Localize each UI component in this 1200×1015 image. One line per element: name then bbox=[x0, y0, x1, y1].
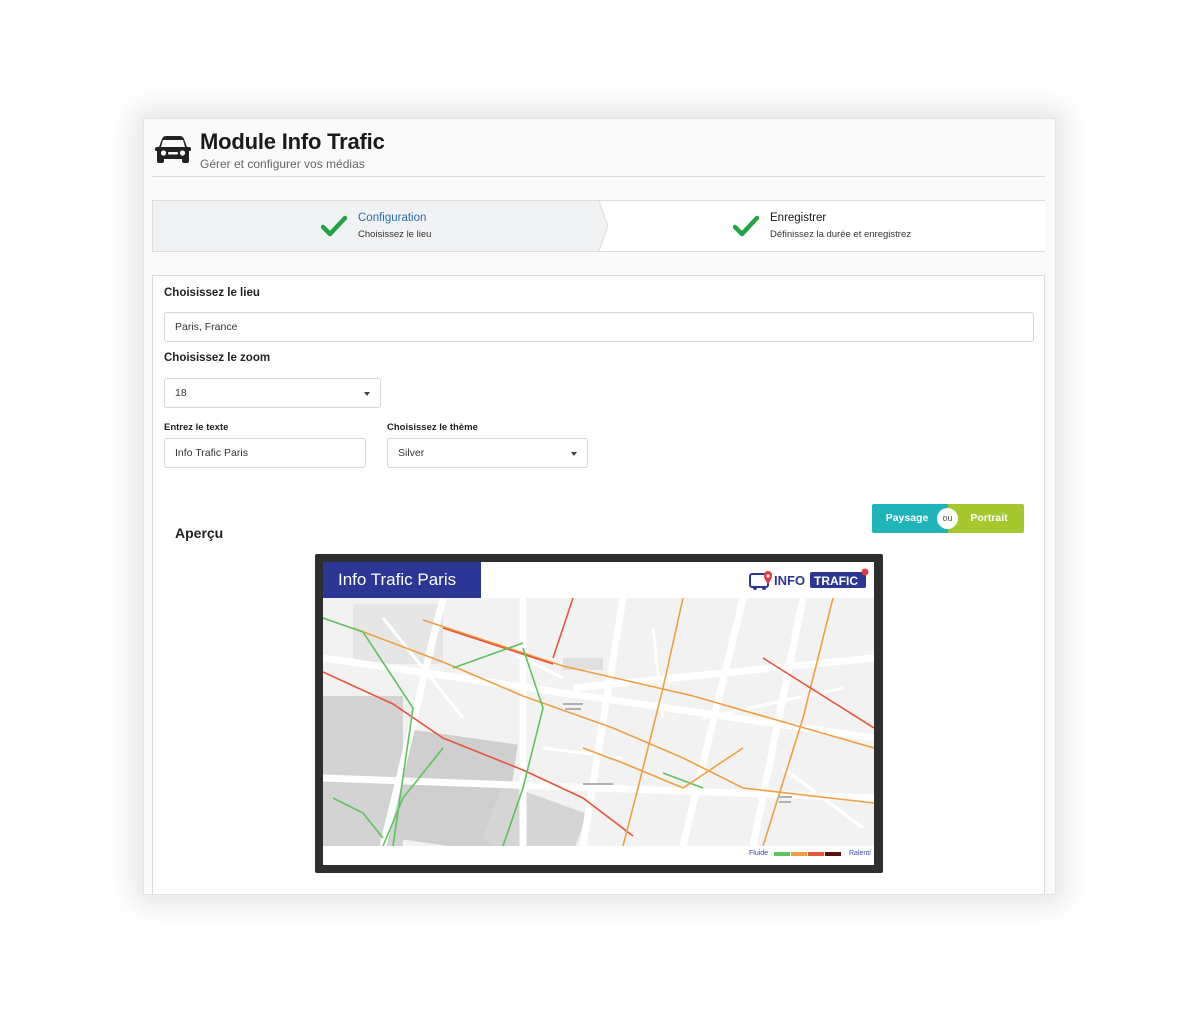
orientation-toggle: Paysage Portrait ou bbox=[872, 504, 1024, 533]
preview-title-banner: Info Trafic Paris bbox=[323, 562, 481, 598]
step-description: Choisissez le lieu bbox=[358, 229, 432, 240]
texte-label: Entrez le texte bbox=[164, 422, 229, 433]
theme-value: Silver bbox=[398, 447, 425, 459]
portrait-button[interactable]: Portrait bbox=[948, 504, 1024, 533]
lieu-label: Choisissez le lieu bbox=[164, 287, 260, 299]
step-enregistrer[interactable]: Enregistrer Définissez la durée et enreg… bbox=[599, 201, 1045, 251]
preview-canvas: Info Trafic Paris INFO TRAFIC Fluide Ral… bbox=[323, 562, 874, 865]
page-title: Module Info Trafic bbox=[200, 129, 385, 154]
caret-down-icon bbox=[364, 392, 370, 396]
page-header: Module Info Trafic Gérer et configurer v… bbox=[152, 127, 1045, 177]
step-description: Définissez la durée et enregistrez bbox=[770, 229, 911, 240]
check-icon bbox=[321, 215, 347, 237]
lieu-input[interactable]: Paris, France bbox=[164, 312, 1034, 342]
legend-start-label: Fluide bbox=[749, 850, 769, 857]
wizard-stepper: Configuration Choisissez le lieu Enregis… bbox=[152, 200, 1045, 252]
step-divider bbox=[599, 201, 609, 251]
theme-select[interactable]: Silver bbox=[387, 438, 588, 468]
zoom-value: 18 bbox=[175, 387, 187, 399]
caret-down-icon bbox=[571, 452, 577, 456]
step-title: Configuration bbox=[358, 212, 427, 224]
traffic-map bbox=[323, 598, 874, 846]
legend-color-scale bbox=[774, 852, 842, 856]
zoom-select[interactable]: 18 bbox=[164, 378, 381, 408]
legend-bar bbox=[774, 852, 790, 856]
theme-label: Choisissez le thème bbox=[387, 422, 478, 433]
legend-end-label: Ralenti bbox=[849, 850, 871, 857]
texte-input[interactable]: Info Trafic Paris bbox=[164, 438, 366, 468]
legend-bar bbox=[791, 852, 807, 856]
logo-text-trafic: TRAFIC bbox=[814, 574, 858, 588]
traffic-legend: Fluide Ralenti bbox=[741, 848, 871, 860]
preview-screen: Info Trafic Paris INFO TRAFIC Fluide Ral… bbox=[315, 554, 883, 873]
config-form: Choisissez le lieu Paris, France Choisis… bbox=[152, 275, 1045, 894]
toggle-separator: ou bbox=[937, 508, 958, 529]
zoom-label: Choisissez le zoom bbox=[164, 352, 271, 364]
step-configuration[interactable]: Configuration Choisissez le lieu bbox=[153, 201, 599, 251]
legend-bar bbox=[825, 852, 841, 856]
check-icon bbox=[733, 215, 759, 237]
car-icon bbox=[155, 136, 191, 163]
logo-text-info: INFO bbox=[774, 573, 805, 588]
info-trafic-logo: INFO TRAFIC bbox=[749, 568, 869, 590]
legend-bar bbox=[808, 852, 824, 856]
module-window: Module Info Trafic Gérer et configurer v… bbox=[143, 118, 1056, 895]
page-subtitle: Gérer et configurer vos médias bbox=[200, 157, 365, 171]
step-title: Enregistrer bbox=[770, 212, 827, 224]
preview-heading: Aperçu bbox=[175, 525, 224, 541]
